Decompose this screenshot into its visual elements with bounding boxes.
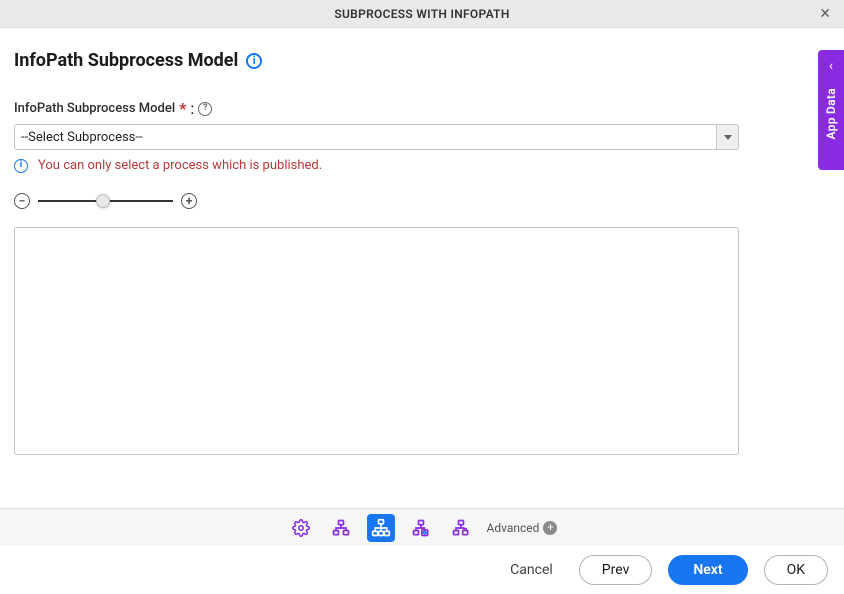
ok-button[interactable]: OK xyxy=(764,555,828,585)
bottom-toolbar: Advanced + xyxy=(0,508,844,546)
modal-header: SUBPROCESS WITH INFOPATH × xyxy=(0,0,844,28)
field-label-colon: : xyxy=(190,99,194,118)
preview-canvas[interactable] xyxy=(14,227,739,455)
subprocess-select-value: --Select Subprocess-- xyxy=(21,130,143,145)
org-chart-button[interactable] xyxy=(367,514,395,542)
cancel-button[interactable]: Cancel xyxy=(500,556,563,584)
chevron-left-icon: ‹ xyxy=(829,58,833,74)
zoom-in-button[interactable]: + xyxy=(181,193,197,209)
plus-icon: + xyxy=(543,521,557,535)
org-chart-gear-button[interactable] xyxy=(407,514,435,542)
zoom-slider[interactable] xyxy=(38,193,173,209)
help-icon[interactable]: ? xyxy=(198,102,212,116)
next-button[interactable]: Next xyxy=(668,555,747,585)
chevron-down-icon xyxy=(724,135,732,140)
slider-thumb[interactable] xyxy=(96,194,110,208)
subprocess-select-button[interactable] xyxy=(716,125,738,149)
org-chart-small-button[interactable] xyxy=(327,514,355,542)
zoom-out-button[interactable]: − xyxy=(14,193,30,209)
info-icon[interactable]: i xyxy=(246,53,262,69)
required-indicator: * xyxy=(179,99,186,118)
field-hint: You can only select a process which is p… xyxy=(38,158,322,173)
info-icon: i xyxy=(14,159,28,173)
page-title: InfoPath Subprocess Model xyxy=(14,50,238,71)
settings-button[interactable] xyxy=(287,514,315,542)
app-data-panel-toggle[interactable]: ‹ App Data xyxy=(818,50,844,170)
prev-button[interactable]: Prev xyxy=(579,555,653,585)
org-chart-lock-button[interactable] xyxy=(447,514,475,542)
field-label: InfoPath Subprocess Model xyxy=(14,101,175,116)
advanced-label: Advanced xyxy=(487,521,540,535)
app-data-label: App Data xyxy=(824,88,838,139)
button-bar: Cancel Prev Next OK xyxy=(0,546,844,594)
advanced-button[interactable]: Advanced + xyxy=(487,521,558,535)
modal-title: SUBPROCESS WITH INFOPATH xyxy=(334,7,509,21)
subprocess-select[interactable]: --Select Subprocess-- xyxy=(14,124,739,150)
close-icon[interactable]: × xyxy=(814,3,836,25)
